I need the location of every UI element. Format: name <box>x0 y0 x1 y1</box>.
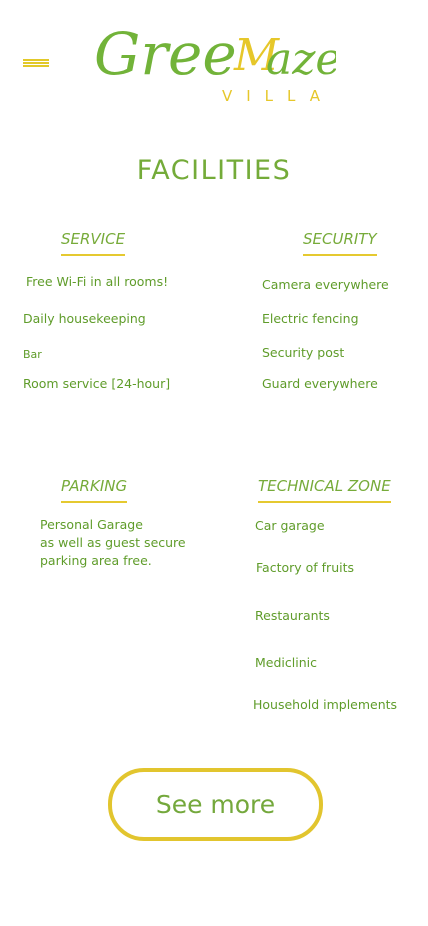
logo-wordmark-part1: Gree <box>94 20 237 88</box>
page-title: FACILITIES <box>136 155 292 186</box>
hamburger-menu-icon[interactable] <box>23 57 50 69</box>
greenmaze-villa-logo[interactable]: Gree M aze VILLA <box>92 12 336 104</box>
service-item: Bar <box>23 348 42 361</box>
technical-zone-item: Restaurants <box>255 608 330 623</box>
logo-wordmark-part3: aze <box>266 34 336 85</box>
menu-bar-line <box>23 59 49 61</box>
see-more-button[interactable]: See more <box>108 768 323 841</box>
security-item: Electric fencing <box>262 311 359 326</box>
security-item: Security post <box>262 345 345 360</box>
technical-zone-heading: TECHNICAL ZONE <box>258 477 391 503</box>
service-item: Free Wi-Fi in all rooms! <box>26 274 169 289</box>
menu-bar-line <box>23 65 49 67</box>
logo-graphic: Gree M aze VILLA <box>94 20 336 104</box>
service-item: Room service [24-hour] <box>23 376 171 391</box>
service-heading: SERVICE <box>61 230 126 256</box>
technical-zone-item: Car garage <box>255 518 325 533</box>
logo-subtitle: VILLA <box>222 87 334 104</box>
technical-zone-item: Mediclinic <box>255 655 317 670</box>
security-heading: SECURITY <box>303 230 377 256</box>
service-item: Daily housekeeping <box>23 311 146 326</box>
menu-bar-line <box>23 62 49 64</box>
security-item: Guard everywhere <box>262 376 378 391</box>
parking-description: Personal Garage as well as guest secure … <box>40 517 186 568</box>
security-item: Camera everywhere <box>262 277 389 292</box>
technical-zone-item: Household implements <box>253 697 398 712</box>
technical-zone-item: Factory of fruits <box>256 560 355 575</box>
parking-heading: PARKING <box>61 477 128 503</box>
